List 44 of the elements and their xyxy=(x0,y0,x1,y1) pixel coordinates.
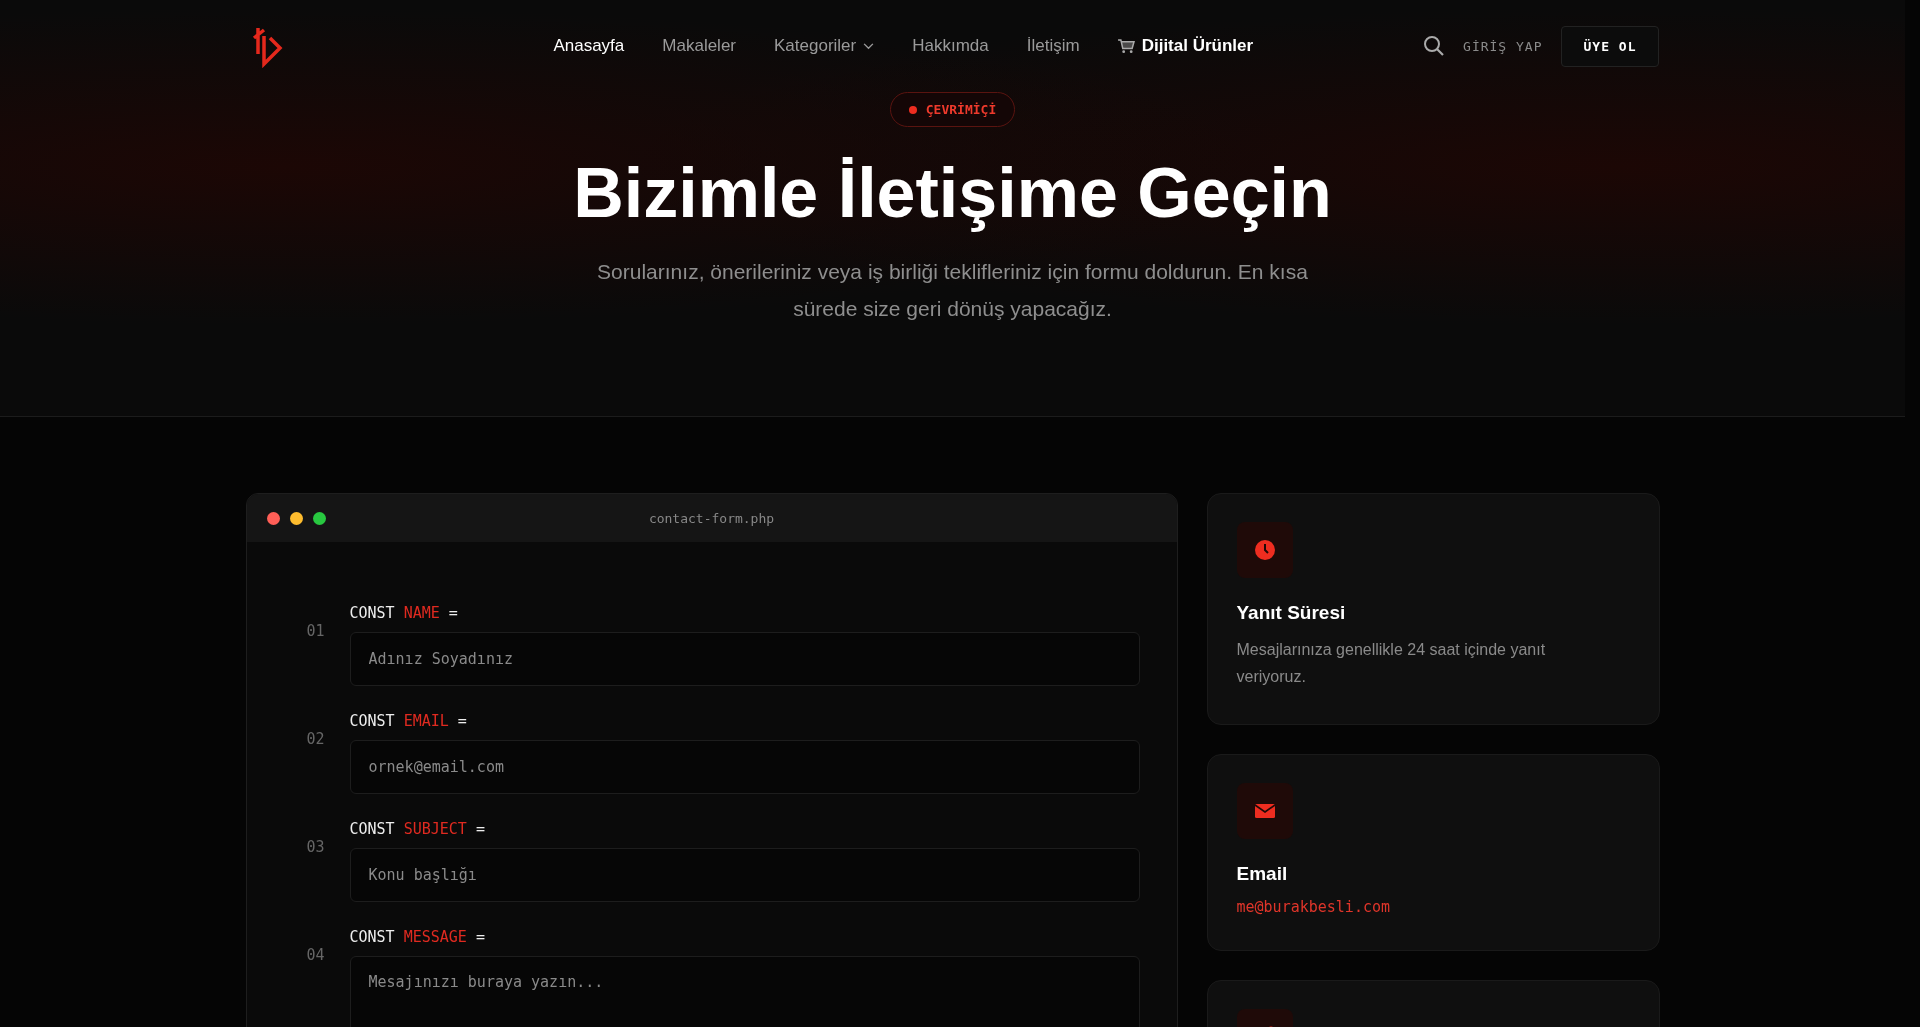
code-operator: = xyxy=(448,604,458,622)
card-title: Email xyxy=(1236,863,1289,885)
page-subtitle: Sorularınız, önerileriniz veya iş birliği teklifleriniz için formu doldurun. En kısa sürede size geri dönüş yapacağız. xyxy=(596,259,1309,322)
field-name: NAME xyxy=(403,604,440,622)
input-field[interactable]: ornek@email.com xyxy=(349,740,1140,794)
code-operator: = xyxy=(475,928,485,946)
chevron-down-icon xyxy=(863,42,875,50)
line-number: 02 xyxy=(306,730,326,750)
window-control-icon[interactable] xyxy=(289,511,303,525)
code-keyword: CONST xyxy=(349,820,395,838)
nav-link[interactable]: Hakkımda xyxy=(912,36,989,56)
file-name: contact-form.php xyxy=(648,510,775,526)
code-keyword: CONST xyxy=(349,712,395,730)
card-title: Yanıt Süresi xyxy=(1236,602,1347,624)
input-field[interactable]: Adınız Soyadınız xyxy=(349,632,1140,686)
code-operator: = xyxy=(475,820,485,838)
window-control-icon[interactable] xyxy=(266,511,280,525)
line-number: 04 xyxy=(306,946,326,966)
cart-icon xyxy=(1117,38,1135,54)
status-dot-icon xyxy=(908,105,917,114)
message-field[interactable]: Mesajınızı buraya yazın... xyxy=(349,956,1140,1027)
input-field[interactable]: Konu başlığı xyxy=(349,848,1140,902)
line-number: 01 xyxy=(306,622,326,642)
clock-icon xyxy=(1252,538,1277,562)
card-text: Mesajlarınıza genellikle 24 saat içinde yanıt veriyoruz. xyxy=(1236,640,1547,687)
field-name: EMAIL xyxy=(403,712,449,730)
page-title: Bizimle İletişime Geçin xyxy=(573,153,1332,233)
nav-link[interactable]: Dijital Ürünler xyxy=(1117,36,1254,56)
code-keyword: CONST xyxy=(349,604,395,622)
field-name: MESSAGE xyxy=(403,928,467,946)
email-link[interactable]: me@burakbesli.com xyxy=(1236,898,1391,916)
search-icon[interactable] xyxy=(1423,35,1446,57)
nav-link[interactable]: Anasayfa xyxy=(553,36,625,56)
code-keyword: CONST xyxy=(349,928,395,946)
window-control-icon[interactable] xyxy=(312,511,326,525)
nav-link[interactable]: Kategoriler xyxy=(774,36,875,56)
code-operator: = xyxy=(457,712,467,730)
nav-link[interactable]: Makaleler xyxy=(662,36,736,56)
signup-button[interactable]: ÜYE OL xyxy=(1560,25,1660,67)
login-link[interactable]: GİRİŞ YAP xyxy=(1463,38,1543,54)
line-number: 03 xyxy=(306,838,326,858)
field-name: SUBJECT xyxy=(403,820,467,838)
status-badge: ÇEVRİMİÇİ xyxy=(889,92,1016,127)
nav-link[interactable]: İletişim xyxy=(1026,36,1080,56)
